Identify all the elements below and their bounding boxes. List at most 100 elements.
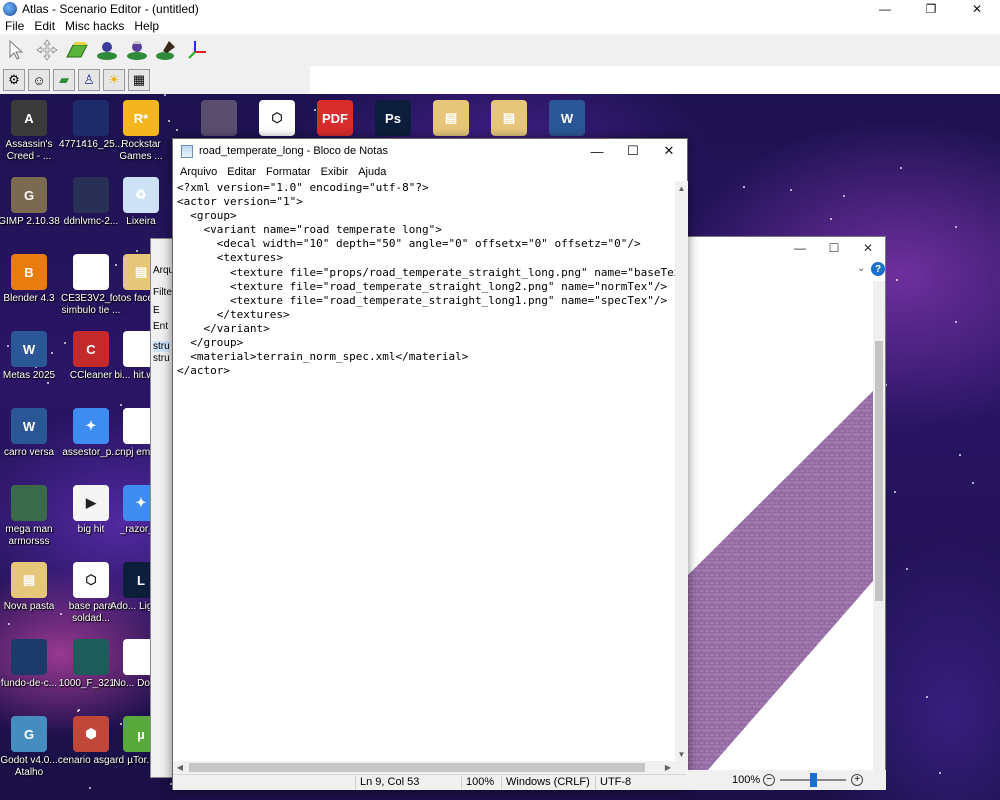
menu-misc-hacks[interactable]: Misc hacks xyxy=(60,19,129,33)
desktop-icon-label: carro versa xyxy=(3,447,54,458)
code-line: <?xml version="1.0" encoding="utf-8"?> xyxy=(177,181,429,194)
menu-file[interactable]: File xyxy=(0,19,29,33)
atlas-minimize-button[interactable]: — xyxy=(862,0,908,18)
code-line: <texture file="road_temperate_straight_l… xyxy=(177,279,668,293)
menu-editar[interactable]: Editar xyxy=(222,166,261,178)
desktop-icon[interactable]: B Blender 4.3 xyxy=(0,254,64,305)
notepad-close-button[interactable]: ✕ xyxy=(651,139,687,163)
viewer-maximize-button[interactable]: ☐ xyxy=(817,237,851,259)
menu-edit[interactable]: Edit xyxy=(29,19,60,33)
desktop-icon-image xyxy=(73,254,109,290)
viewer-scrollbar[interactable] xyxy=(873,281,885,771)
chevron-down-icon[interactable]: ⌄ xyxy=(857,263,865,274)
star-decoration xyxy=(955,321,957,323)
star-decoration xyxy=(906,568,908,570)
select-arrow-icon[interactable] xyxy=(4,37,30,63)
desktop-icon[interactable]: A Assassin's Creed - ... xyxy=(0,100,64,163)
gear-icon[interactable]: ⚙ xyxy=(3,69,25,91)
menu-formatar[interactable]: Formatar xyxy=(261,166,316,178)
code-line: </group> xyxy=(177,336,244,350)
menu-arquivo[interactable]: Arquivo xyxy=(175,166,222,178)
texture-viewer-window[interactable]: — ☐ ✕ ⌄ ? xyxy=(686,236,886,790)
bg-window-fragment: E xyxy=(153,305,160,316)
code-line: <actor version="1"> xyxy=(177,195,303,209)
scroll-left-arrow-icon[interactable]: ◀ xyxy=(173,761,187,774)
atlas-title-bar: Atlas - Scenario Editor - (untitled) — ❐… xyxy=(0,0,1000,18)
clapper-icon[interactable]: ▦ xyxy=(128,69,150,91)
code-line: <textures> xyxy=(177,251,283,265)
notepad-window-title: road_temperate_long - Bloco de Notas xyxy=(199,145,388,157)
axis-gizmo-icon[interactable] xyxy=(184,37,210,63)
desktop-icon[interactable]: W Metas 2025 xyxy=(0,331,64,382)
desktop-icon-image: Ps xyxy=(375,100,411,136)
desktop-icon[interactable]: ▤ Nova pasta xyxy=(0,562,64,613)
desktop-icon[interactable]: W xyxy=(532,100,602,139)
atlas-sidebar-toolbar: ⚙ ☺ ▰ ♙ ☀ ▦ xyxy=(0,66,310,94)
desktop-icon-label: Assassin's Creed - ... xyxy=(5,139,53,162)
star-decoration xyxy=(164,94,166,96)
zoom-slider[interactable] xyxy=(780,773,847,787)
zoom-slider-knob[interactable] xyxy=(810,773,818,787)
editor-horizontal-scrollbar[interactable]: ◀ ▶ xyxy=(173,761,675,774)
desktop-icon-image: ♻ xyxy=(123,177,159,213)
desktop-icon-label: Rockstar Games ... xyxy=(119,139,163,162)
desktop-icon[interactable]: R* Rockstar Games ... xyxy=(106,100,176,163)
menu-ajuda[interactable]: Ajuda xyxy=(353,166,391,178)
bg-window-fragment[interactable]: stru xyxy=(153,341,170,352)
atlas-close-button[interactable]: ✕ xyxy=(954,0,1000,18)
player-icon[interactable]: ♙ xyxy=(78,69,100,91)
star-decoration xyxy=(896,279,898,281)
map-icon[interactable]: ▰ xyxy=(53,69,75,91)
scroll-up-arrow-icon[interactable]: ▲ xyxy=(675,181,688,195)
viewer-minimize-button[interactable]: — xyxy=(783,237,817,259)
desktop-icon-image xyxy=(11,485,47,521)
move-icon[interactable] xyxy=(34,37,60,63)
atlas-maximize-button[interactable]: ❐ xyxy=(908,0,954,18)
help-icon[interactable]: ? xyxy=(871,262,885,276)
desktop-icon[interactable]: G GIMP 2.10.38 xyxy=(0,177,64,228)
desktop-icon-image xyxy=(73,177,109,213)
desktop-icon[interactable]: mega man armorsss xyxy=(0,485,64,548)
bg-window-fragment: Filte xyxy=(153,287,172,298)
menu-exibir[interactable]: Exibir xyxy=(316,166,354,178)
text-editor[interactable]: <?xml version="1.0" encoding="utf-8"?> <a… xyxy=(173,181,675,761)
notepad-icon xyxy=(181,144,193,158)
road-texture-surface xyxy=(687,391,873,771)
star-decoration xyxy=(8,623,10,625)
scroll-down-arrow-icon[interactable]: ▼ xyxy=(675,747,688,761)
editor-vertical-scrollbar[interactable]: ▲ ▼ xyxy=(675,181,688,761)
notepad-maximize-button[interactable]: ☐ xyxy=(615,139,651,163)
desktop-icon-image: W xyxy=(11,408,47,444)
notepad-minimize-button[interactable]: — xyxy=(579,139,615,163)
desktop-icon-image: ▤ xyxy=(11,562,47,598)
terrain-paint-icon[interactable] xyxy=(64,37,90,63)
scroll-right-arrow-icon[interactable]: ▶ xyxy=(661,761,675,774)
desktop-icon-image xyxy=(73,639,109,675)
atlas-panel-area xyxy=(310,66,1000,94)
desktop-icon-image: B xyxy=(11,254,47,290)
desktop-icon-image: ▤ xyxy=(491,100,527,136)
notepad-window[interactable]: road_temperate_long - Bloco de Notas — ☐… xyxy=(172,138,688,790)
atlas-app-icon xyxy=(3,2,17,16)
atlas-window-title: Atlas - Scenario Editor - (untitled) xyxy=(22,2,199,16)
horizontal-scroll-thumb[interactable] xyxy=(189,763,645,772)
menu-help[interactable]: Help xyxy=(129,19,164,33)
zoom-out-icon[interactable]: − xyxy=(763,774,776,786)
desktop-icon-image: G xyxy=(11,177,47,213)
viewer-close-button[interactable]: ✕ xyxy=(851,237,885,259)
zoom-in-icon[interactable]: + xyxy=(851,774,864,786)
brush-icon[interactable] xyxy=(154,37,180,63)
desktop-icon[interactable]: G Godot v4.0... Atalho xyxy=(0,716,64,779)
unit-place-icon[interactable] xyxy=(94,37,120,63)
desktop-icon[interactable]: ♻ Lixeira xyxy=(106,177,176,228)
desktop-icon[interactable]: Wcarro versa xyxy=(0,408,64,459)
notepad-status-bar: Ln 9, Col 53 100% Windows (CRLF) UTF-8 xyxy=(173,774,687,790)
person-icon[interactable]: ☺ xyxy=(28,69,50,91)
sun-icon[interactable]: ☀ xyxy=(103,69,125,91)
actor-tool-icon[interactable] xyxy=(124,37,150,63)
line-ending: Windows (CRLF) xyxy=(501,776,590,790)
bg-window-fragment[interactable]: stru xyxy=(153,353,170,364)
code-line: <variant name="road temperate long"> xyxy=(177,223,442,237)
bg-window-fragment: Arqu xyxy=(153,265,175,276)
desktop-icon[interactable]: fundo-de-c... xyxy=(0,639,64,690)
